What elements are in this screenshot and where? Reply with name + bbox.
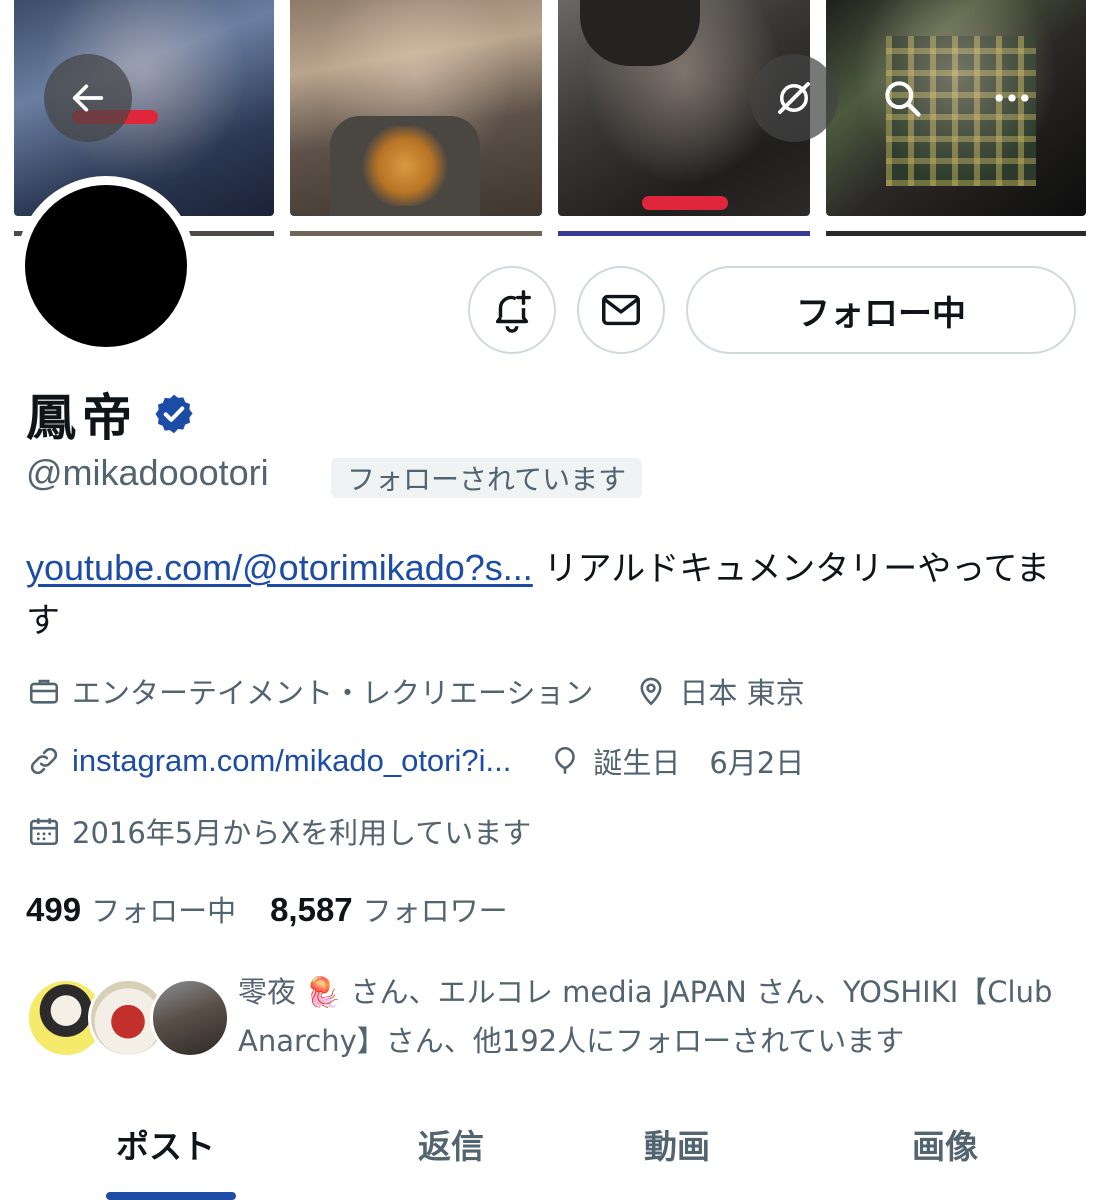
profile-website-link[interactable]: instagram.com/mikado_otori?i... bbox=[72, 743, 511, 779]
profile-tabs: ポスト 返信 動画 画像 bbox=[0, 1110, 1100, 1200]
profile-meta-row-1: エンターテイメント・レクリエーション 日本 東京 bbox=[26, 670, 805, 712]
avatar[interactable] bbox=[16, 176, 196, 356]
tab-videos[interactable]: 動画 bbox=[644, 1120, 710, 1168]
bell-plus-icon bbox=[495, 290, 531, 333]
bio-link[interactable]: youtube.com/@otorimikado?s... bbox=[26, 547, 533, 588]
following-count: 499 bbox=[26, 891, 82, 928]
avatar-image bbox=[25, 185, 187, 347]
followers-count-link[interactable]: 8,587 フォロワー bbox=[270, 888, 508, 930]
known-followers-avatars[interactable] bbox=[26, 978, 230, 1060]
more-dots-icon bbox=[995, 94, 1029, 102]
briefcase-icon bbox=[26, 673, 62, 709]
location-pin-icon bbox=[633, 673, 669, 709]
more-button[interactable] bbox=[982, 68, 1042, 128]
tab-posts[interactable]: ポスト bbox=[116, 1120, 215, 1168]
profile-bio: youtube.com/@otorimikado?s... リアルドキュメンタリ… bbox=[26, 542, 1076, 647]
display-name: 鳳帝 bbox=[26, 389, 138, 447]
known-followers-text[interactable]: 零夜 🪼 さん、エルコレ media JAPAN さん、YOSHIKI【Club… bbox=[238, 968, 1078, 1066]
follows-you-badge: フォローされています bbox=[331, 458, 643, 498]
profile-birthday: 誕生日 6月2日 bbox=[593, 746, 805, 780]
calendar-icon bbox=[26, 813, 62, 849]
active-tab-indicator bbox=[106, 1192, 236, 1200]
profile-category: エンターテイメント・レクリエーション bbox=[72, 676, 594, 710]
banner-photo-4 bbox=[826, 0, 1086, 216]
profile-meta-row-3: 2016年5月からXを利用しています bbox=[26, 810, 531, 852]
following-button[interactable]: フォロー中 bbox=[686, 266, 1076, 354]
followers-label: フォロワー bbox=[362, 894, 508, 928]
user-handle: @mikadoootori bbox=[26, 452, 269, 493]
search-icon bbox=[885, 81, 921, 117]
balloon-icon bbox=[547, 743, 583, 779]
tab-replies[interactable]: 返信 bbox=[418, 1120, 484, 1168]
message-button[interactable] bbox=[577, 266, 665, 354]
following-count-link[interactable]: 499 フォロー中 bbox=[26, 888, 236, 930]
arrow-left-icon bbox=[72, 84, 104, 112]
tab-images[interactable]: 画像 bbox=[912, 1120, 978, 1168]
grok-button[interactable] bbox=[750, 54, 838, 142]
back-button[interactable] bbox=[44, 54, 132, 142]
envelope-icon bbox=[602, 294, 640, 326]
follow-counts: 499 フォロー中 8,587 フォロワー bbox=[26, 888, 508, 930]
notify-button[interactable] bbox=[468, 266, 556, 354]
search-button[interactable] bbox=[872, 68, 932, 128]
known-follower-avatar bbox=[150, 978, 230, 1058]
banner-photo-2 bbox=[290, 0, 542, 216]
following-label: フォロー中 bbox=[91, 894, 237, 928]
profile-name-row: 鳳帝 bbox=[26, 378, 196, 450]
profile-location: 日本 東京 bbox=[679, 676, 805, 710]
grok-icon bbox=[778, 82, 810, 114]
profile-meta-row-2: instagram.com/mikado_otori?i... 誕生日 6月2日 bbox=[26, 740, 804, 782]
profile-joined-date: 2016年5月からXを利用しています bbox=[72, 816, 532, 850]
followers-count: 8,587 bbox=[270, 891, 353, 928]
link-icon bbox=[26, 743, 62, 779]
verified-badge-icon[interactable] bbox=[152, 392, 196, 436]
